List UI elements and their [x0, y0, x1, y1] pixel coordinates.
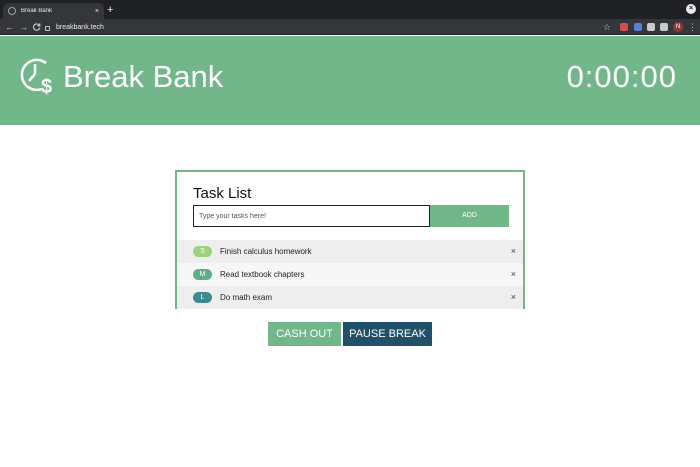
browser-toolbar: ← → breakbank.tech ☆ N ⋮: [0, 19, 700, 35]
brand-title: Break Bank: [63, 59, 224, 94]
remove-task-icon[interactable]: ×: [511, 263, 516, 286]
reading-list-icon[interactable]: [660, 23, 668, 31]
lock-icon: [45, 25, 50, 31]
task-row: M Read textbook chapters ×: [177, 263, 523, 286]
cash-out-button[interactable]: CASH OUT: [268, 322, 341, 346]
task-text: Read textbook chapters: [220, 270, 305, 279]
address-url: breakbank.tech: [56, 23, 104, 31]
browser-tab[interactable]: Break Bank ×: [3, 3, 104, 19]
favicon-icon: [8, 7, 16, 15]
pause-break-button[interactable]: PAUSE BREAK: [343, 322, 432, 346]
tab-close-icon[interactable]: ×: [95, 8, 99, 15]
browser-tab-strip: Break Bank × + ×: [0, 0, 700, 19]
task-list: S Finish calculus homework × M Read text…: [177, 240, 523, 309]
back-button[interactable]: ←: [5, 20, 14, 34]
task-row: S Finish calculus homework ×: [177, 240, 523, 263]
remove-task-icon[interactable]: ×: [511, 286, 516, 309]
task-size-badge: L: [193, 292, 212, 303]
remove-task-icon[interactable]: ×: [511, 240, 516, 263]
task-size-badge: M: [193, 269, 212, 280]
extension-icon[interactable]: [620, 23, 628, 31]
svg-text:$: $: [41, 76, 52, 95]
task-list-card: Task List ADD S Finish calculus homework…: [175, 170, 525, 309]
new-tab-button[interactable]: +: [107, 3, 113, 17]
reload-button[interactable]: [32, 20, 41, 35]
task-row: L Do math exam ×: [177, 286, 523, 309]
puzzle-extensions-icon[interactable]: [647, 23, 655, 31]
task-list-title: Task List: [193, 185, 252, 202]
profile-avatar[interactable]: N: [673, 22, 683, 32]
add-task-button[interactable]: ADD: [430, 205, 509, 227]
tab-title: Break Bank: [21, 8, 53, 14]
task-size-badge: S: [193, 246, 212, 257]
extension-icon[interactable]: [634, 23, 642, 31]
browser-menu-icon[interactable]: ⋮: [688, 20, 697, 34]
app-header: $ Break Bank 0:00:00: [0, 36, 700, 125]
clock-dollar-icon: $: [20, 58, 52, 95]
forward-button[interactable]: →: [19, 20, 28, 34]
task-input[interactable]: [193, 205, 430, 227]
task-text: Finish calculus homework: [220, 247, 312, 256]
window-close-button[interactable]: ×: [686, 4, 696, 14]
bookmark-star-icon[interactable]: ☆: [603, 20, 611, 34]
break-timer: 0:00:00: [566, 59, 677, 94]
reload-icon: [32, 23, 41, 31]
task-text: Do math exam: [220, 293, 273, 302]
address-bar[interactable]: breakbank.tech: [45, 20, 615, 34]
